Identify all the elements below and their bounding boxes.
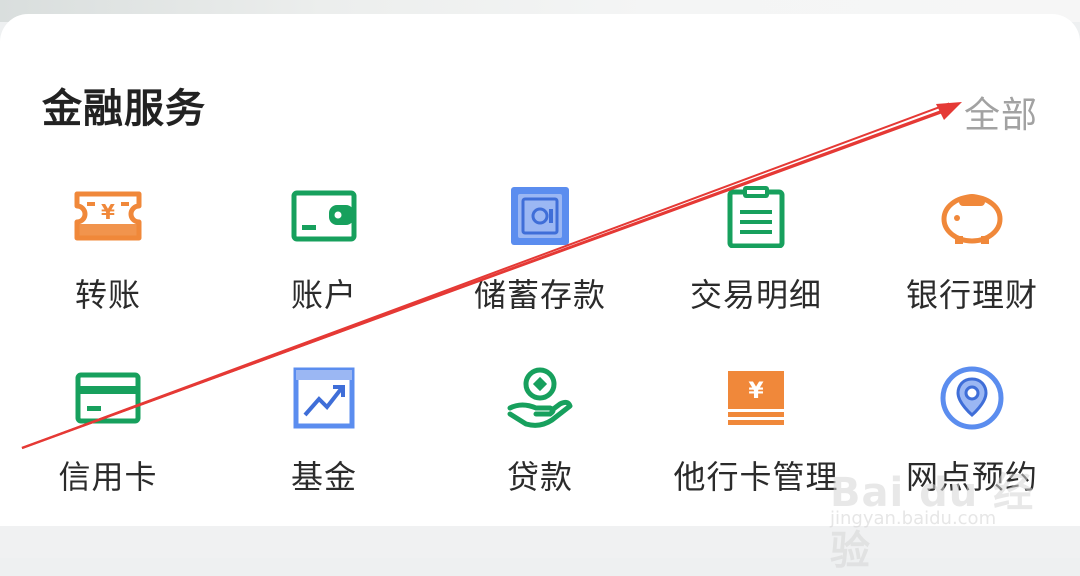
service-fund[interactable]: 基金 — [216, 360, 432, 520]
section-title: 金融服务 — [42, 86, 206, 132]
service-label: 交易明细 — [689, 276, 822, 314]
piggy-bank-icon — [934, 178, 1010, 254]
service-credit-card[interactable]: 信用卡 — [0, 360, 216, 520]
service-bank-wealth-management[interactable]: 银行理财 — [864, 178, 1080, 360]
svg-text:¥: ¥ — [748, 379, 764, 404]
service-label: 网点预约 — [905, 458, 1038, 496]
service-label: 转账 — [74, 276, 141, 314]
clipboard-icon — [718, 178, 794, 254]
safe-icon — [502, 178, 578, 254]
service-transaction-details[interactable]: 交易明细 — [648, 178, 864, 360]
service-label: 基金 — [290, 458, 357, 496]
location-pin-icon — [934, 360, 1010, 436]
service-label: 贷款 — [506, 458, 573, 496]
wallet-icon — [286, 178, 362, 254]
service-transfer[interactable]: ¥ 转账 — [0, 178, 216, 360]
loan-coin-hand-icon — [502, 360, 578, 436]
transfer-icon: ¥ — [70, 178, 146, 254]
service-other-bank-card-management[interactable]: ¥ 他行卡管理 — [648, 360, 864, 520]
service-loan[interactable]: 贷款 — [432, 360, 648, 520]
service-savings-deposit[interactable]: 储蓄存款 — [432, 178, 648, 360]
other-bank-card-icon: ¥ — [718, 360, 794, 436]
svg-text:¥: ¥ — [101, 200, 115, 224]
service-label: 银行理财 — [905, 276, 1038, 314]
service-label: 储蓄存款 — [473, 276, 606, 314]
service-label: 账户 — [290, 276, 357, 314]
service-branch-appointment[interactable]: 网点预约 — [864, 360, 1080, 520]
view-all-link[interactable]: 全部 — [964, 86, 1038, 138]
service-label: 他行卡管理 — [673, 458, 839, 496]
credit-card-icon — [70, 360, 146, 436]
bottom-background — [0, 526, 1080, 558]
service-account[interactable]: 账户 — [216, 178, 432, 360]
service-label: 信用卡 — [58, 458, 158, 496]
service-grid: ¥ 转账 账户 储蓄存款 交易明细 银行理财 信用卡 基金 贷款 ¥ 他行卡管理… — [0, 178, 1080, 520]
fund-chart-icon — [286, 360, 362, 436]
